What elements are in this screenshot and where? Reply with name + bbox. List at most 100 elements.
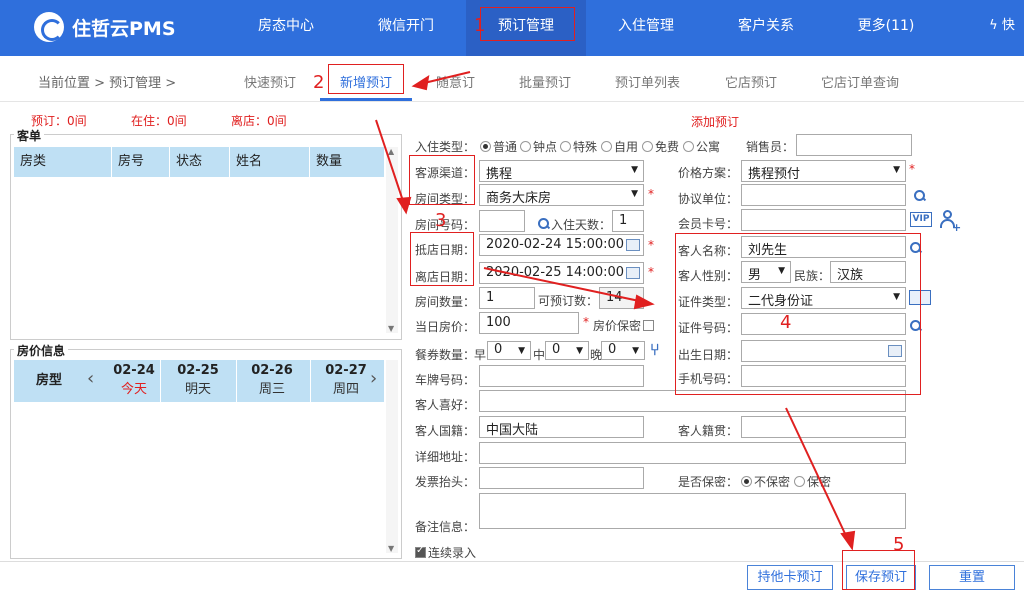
room-count-value: 1 xyxy=(486,290,495,305)
remark-textarea[interactable] xyxy=(479,493,906,529)
breakfast-label: 早 xyxy=(474,348,487,362)
agreement-input[interactable] xyxy=(741,184,906,206)
room-count-input[interactable]: 1 xyxy=(479,287,535,309)
arrowhead xyxy=(840,530,856,551)
col-room-type[interactable]: 房类 xyxy=(14,147,112,177)
radio-icon[interactable] xyxy=(480,141,491,152)
nav-more[interactable]: 更多(11) xyxy=(840,0,932,56)
secret-no-label: 不保密 xyxy=(754,475,791,489)
origin-label: 客人籍贯： xyxy=(678,424,739,438)
head-shape xyxy=(943,210,952,219)
salesperson-input[interactable] xyxy=(796,134,912,156)
room-no-input[interactable] xyxy=(479,210,525,232)
nav-checkin[interactable]: 入住管理 xyxy=(600,0,692,56)
continuous-entry-label: 连续录入 xyxy=(428,546,477,560)
tab-casual-booking[interactable]: 随意订 xyxy=(436,72,475,91)
checkbox-icon[interactable] xyxy=(643,320,655,331)
calendar-icon[interactable] xyxy=(626,267,640,279)
dinner-select[interactable]: 0 xyxy=(601,341,645,360)
next-dates-icon[interactable]: › xyxy=(370,368,377,389)
radio-icon[interactable] xyxy=(741,476,752,487)
arrive-date-input[interactable]: 2020-02-24 15:00:00 xyxy=(479,234,644,256)
tab-other-store-booking[interactable]: 它店预订 xyxy=(725,72,777,91)
search-icon[interactable] xyxy=(914,190,925,201)
calendar-icon[interactable] xyxy=(626,239,640,251)
col-count[interactable]: 数量 xyxy=(310,147,384,177)
col-name[interactable]: 姓名 xyxy=(230,147,310,177)
radio-icon[interactable] xyxy=(794,476,805,487)
reset-button[interactable]: 重置 xyxy=(929,565,1015,590)
radio-icon[interactable] xyxy=(601,141,612,152)
nav-fast[interactable]: ϟ 快 xyxy=(980,0,1024,56)
nav-room-status[interactable]: 房态中心 xyxy=(240,0,332,56)
source-select[interactable]: 携程 xyxy=(479,160,644,182)
breakfast-select[interactable]: 0 xyxy=(487,341,531,360)
invoice-input[interactable] xyxy=(479,467,644,489)
col-room-no[interactable]: 房号 xyxy=(112,147,170,177)
annotation-4: 4 xyxy=(780,312,792,333)
checkin-type-special-label: 特殊 xyxy=(573,140,598,154)
checkin-type-self[interactable]: 自用 xyxy=(601,138,638,155)
checkin-type-free[interactable]: 免费 xyxy=(642,138,679,155)
nav-customer[interactable]: 客户关系 xyxy=(720,0,812,56)
checkin-type-special[interactable]: 特殊 xyxy=(560,138,597,155)
radio-icon[interactable] xyxy=(642,141,653,152)
col-status[interactable]: 状态 xyxy=(170,147,230,177)
member-input[interactable] xyxy=(741,209,906,231)
stay-days-input[interactable]: 1 xyxy=(612,210,644,232)
checkin-type-apartment-label: 公寓 xyxy=(696,140,721,154)
other-card-booking-button[interactable]: 持他卡预订 xyxy=(747,565,833,590)
rate-input[interactable]: 100 xyxy=(479,312,579,334)
radio-icon[interactable] xyxy=(560,141,571,152)
search-icon[interactable] xyxy=(538,218,549,229)
prev-dates-icon[interactable]: ‹ xyxy=(87,368,94,389)
tab-quick-booking[interactable]: 快速预订 xyxy=(244,72,296,91)
room-type-select[interactable]: 商务大床房 xyxy=(479,184,644,206)
annotation-box-save xyxy=(842,550,915,590)
price-plan-select[interactable]: 携程预付 xyxy=(741,160,906,182)
nationality-input[interactable]: 中国大陆 xyxy=(479,416,644,438)
scroll-down-icon[interactable]: ▼ xyxy=(388,324,394,333)
checkin-type-hourly[interactable]: 钟点 xyxy=(520,138,557,155)
departed-count: 离店：0间 xyxy=(231,114,287,128)
available-label: 可预订数： xyxy=(538,294,599,308)
app-logo[interactable]: 住哲云PMS xyxy=(34,12,176,42)
tab-batch-booking[interactable]: 批量预订 xyxy=(519,72,571,91)
vip-icon[interactable]: VIP xyxy=(910,212,932,227)
lunch-select[interactable]: 0 xyxy=(545,341,589,360)
price-table-header: 房型 ‹ 02-24 今天 02-25 明天 02-26 周三 02-27 周四… xyxy=(14,360,384,402)
checkin-type-apartment[interactable]: 公寓 xyxy=(683,138,720,155)
origin-input[interactable] xyxy=(741,416,906,438)
radio-icon[interactable] xyxy=(520,141,531,152)
add-member-icon[interactable]: + xyxy=(940,210,961,234)
available-value: 14 xyxy=(606,290,623,305)
plate-label: 车牌号码： xyxy=(415,373,476,387)
day-1: 明天 xyxy=(184,382,211,397)
tab-booking-list[interactable]: 预订单列表 xyxy=(615,72,680,91)
secret-label: 是否保密： xyxy=(678,475,739,489)
date-2: 02-26 xyxy=(251,363,293,378)
agreement-label: 协议单位： xyxy=(678,192,739,206)
order-table-header: 房类 房号 状态 姓名 数量 xyxy=(14,147,384,177)
continuous-entry-checkbox[interactable]: 连续录入 xyxy=(415,544,476,561)
secret-no-radio[interactable]: 不保密 xyxy=(741,473,790,490)
order-scrollbar[interactable]: ▲ ▼ xyxy=(386,147,398,333)
secret-yes-radio[interactable]: 保密 xyxy=(794,473,831,490)
nav-wechat-door[interactable]: 微信开门 xyxy=(360,0,452,56)
scroll-down-icon[interactable]: ▼ xyxy=(388,544,394,553)
address-input[interactable] xyxy=(479,442,906,464)
annotation-box-1 xyxy=(480,7,575,41)
radio-icon[interactable] xyxy=(683,141,694,152)
secret-yes-label: 保密 xyxy=(807,475,832,489)
scroll-up-icon[interactable]: ▲ xyxy=(388,147,394,156)
checkin-type-self-label: 自用 xyxy=(614,140,639,154)
rate-secret-toggle[interactable]: 房价保密 xyxy=(593,317,656,334)
plate-input[interactable] xyxy=(479,365,644,387)
price-scrollbar[interactable]: ▼ xyxy=(386,360,398,553)
lightning-icon: ϟ xyxy=(989,18,1002,33)
price-plan-value: 携程预付 xyxy=(748,167,801,182)
checkin-type-normal[interactable]: 普通 xyxy=(480,138,517,155)
depart-date-input[interactable]: 2020-02-25 14:00:00 xyxy=(479,262,644,284)
tab-other-store-query[interactable]: 它店订单查询 xyxy=(821,72,899,91)
checkbox-icon[interactable] xyxy=(415,545,426,558)
